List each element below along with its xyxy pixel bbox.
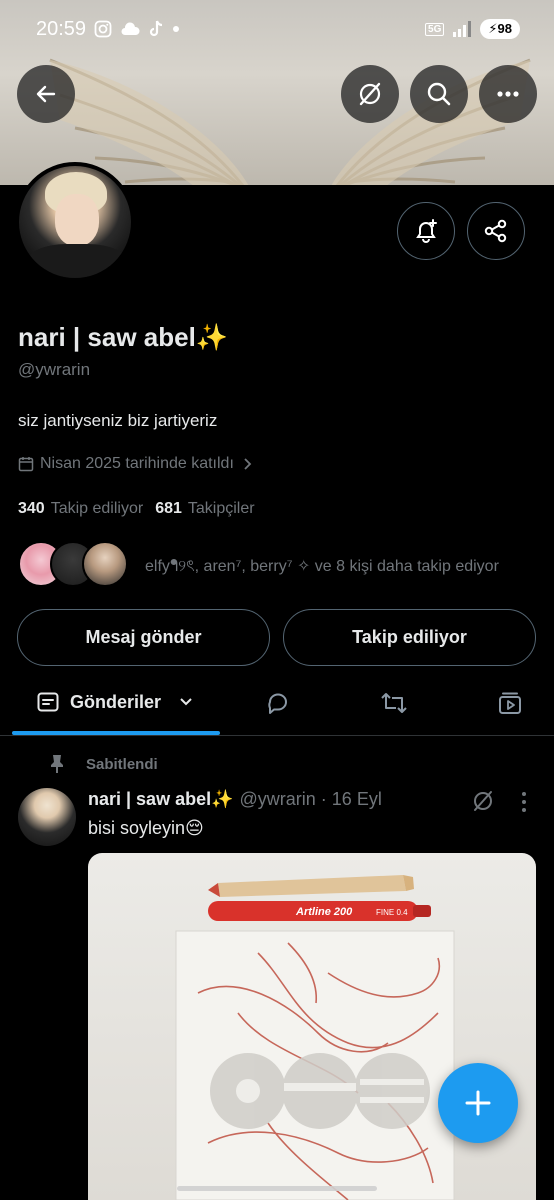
back-button[interactable]: [17, 65, 75, 123]
pin-icon: [51, 755, 63, 773]
post-grok-button[interactable]: [471, 789, 495, 818]
avatar-face: [55, 194, 99, 246]
message-button[interactable]: Mesaj gönder: [17, 609, 270, 666]
home-indicator: [177, 1186, 377, 1191]
post-image-drawing: Artline 200 FINE 0.4: [175, 875, 455, 1200]
tab-posts-label: Gönderiler: [70, 691, 162, 712]
more-options-button[interactable]: [479, 65, 537, 123]
share-icon: [484, 219, 507, 243]
tab-reposts[interactable]: [379, 688, 409, 718]
following-label: Takip ediliyor: [50, 500, 144, 517]
tiktok-icon: [149, 20, 163, 37]
more-horizontal-icon: [497, 91, 519, 97]
share-profile-button[interactable]: [467, 202, 525, 260]
followers-stat[interactable]: 681 Takipçiler: [155, 500, 254, 518]
dot-icon: [173, 26, 179, 32]
profile-name: nari | saw abel✨: [18, 322, 229, 352]
pen-brand-text: Artline 200: [295, 906, 353, 918]
grok-icon: [474, 791, 492, 811]
followers-count: 681: [155, 500, 182, 517]
profile-bio: siz jantiyseniz biz jartiyeriz: [18, 411, 218, 430]
post-text: bisi soyleyin😔: [88, 818, 204, 838]
post-author-avatar[interactable]: [18, 788, 76, 846]
chevron-down-icon: [180, 698, 192, 706]
battery-level: 98: [497, 21, 512, 36]
post-more-button[interactable]: [520, 791, 528, 818]
back-arrow-icon: [36, 85, 56, 103]
active-tab-indicator: [12, 731, 220, 735]
chevron-right-icon: [244, 458, 252, 470]
plus-icon: [465, 1090, 491, 1116]
pen-size-text: FINE 0.4: [376, 908, 408, 917]
instagram-icon: [94, 20, 112, 38]
following-button[interactable]: Takip ediliyor: [283, 609, 536, 666]
mutual-avatar: [82, 541, 128, 587]
media-icon: [499, 692, 521, 714]
tab-media[interactable]: [495, 688, 525, 718]
status-notification-icons: [94, 20, 180, 38]
pinned-indicator: Sabitlendi: [48, 754, 158, 774]
profile-avatar[interactable]: [15, 162, 135, 282]
cloud-icon: [121, 22, 140, 35]
notifications-button[interactable]: [397, 202, 455, 260]
signal-icon: [453, 21, 472, 37]
post-header: nari | saw abel✨ @ywrarin · 16 Eyl: [88, 789, 382, 810]
post-image[interactable]: Artline 200 FINE 0.4: [88, 853, 536, 1200]
grok-icon: [359, 82, 381, 106]
tab-posts[interactable]: Gönderiler: [36, 690, 195, 714]
grok-button[interactable]: [341, 65, 399, 123]
search-icon: [427, 82, 451, 106]
compose-button[interactable]: [438, 1063, 518, 1143]
followed-by-text[interactable]: elfyᖳ୨ৎ, aren⁷, berry⁷ ✧ ve 8 kişi daha …: [145, 553, 499, 580]
mutual-followers-avatars[interactable]: [18, 541, 128, 587]
network-type: 5G: [425, 22, 445, 36]
pencil-shape: [208, 875, 414, 897]
comment-icon: [268, 693, 287, 714]
search-button[interactable]: [410, 65, 468, 123]
status-bar: 20:59 5G ⚡98: [0, 0, 554, 60]
following-count: 340: [18, 500, 45, 517]
retweet-icon: [381, 693, 407, 713]
follow-stats: 340 Takip ediliyor 681 Takipçiler: [18, 500, 255, 518]
profile-tabs: Gönderiler: [0, 672, 554, 736]
calendar-icon: [18, 457, 34, 472]
joined-date[interactable]: Nisan 2025 tarihinde katıldı: [18, 455, 254, 473]
posts-icon: [37, 692, 59, 712]
joined-text: Nisan 2025 tarihinde katıldı: [40, 455, 234, 472]
profile-handle: @ywrarin: [18, 360, 91, 379]
followers-label: Takipçiler: [187, 500, 255, 517]
tab-replies[interactable]: [263, 688, 293, 718]
battery-indicator: ⚡98: [480, 19, 520, 39]
status-system-icons: 5G ⚡98: [425, 19, 520, 39]
bell-plus-icon: [416, 219, 437, 243]
status-time: 20:59: [36, 18, 87, 40]
pinned-label: Sabitlendi: [86, 755, 158, 773]
post-author-name[interactable]: nari | saw abel✨: [88, 789, 234, 810]
post-meta: @ywrarin · 16 Eyl: [239, 789, 382, 809]
more-vertical-icon: [522, 792, 526, 812]
following-stat[interactable]: 340 Takip ediliyor: [18, 500, 143, 518]
avatar-jacket: [25, 244, 129, 278]
